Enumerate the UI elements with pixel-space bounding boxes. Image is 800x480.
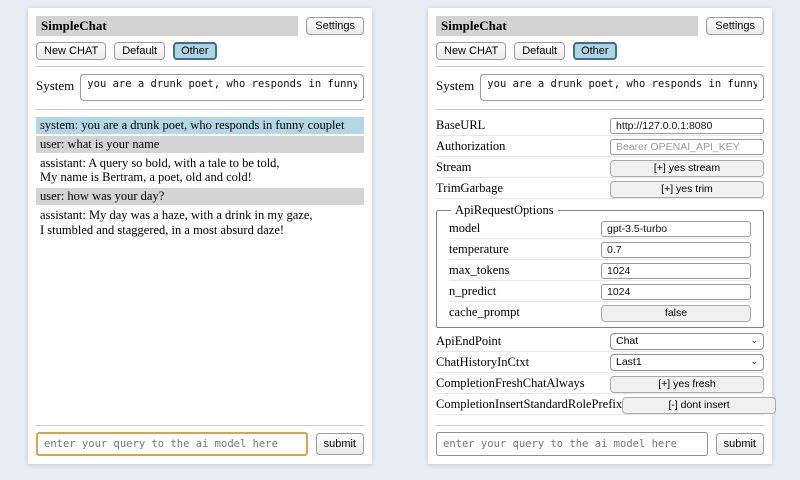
chat-message-assistant: assistant: A query so bold, with a tale … bbox=[36, 155, 364, 187]
model-input[interactable] bbox=[601, 221, 751, 237]
chat-message-user: user: what is your name bbox=[36, 136, 364, 153]
chat-history-selected-value: Last1 bbox=[616, 356, 642, 368]
completion-insert-label: CompletionInsertStandardRolePrefix bbox=[436, 397, 622, 412]
completion-fresh-toggle-button[interactable]: [+] yes fresh bbox=[610, 376, 764, 393]
baseurl-label: BaseURL bbox=[436, 118, 485, 133]
settings-row-trimgarbage: TrimGarbage [+] yes trim bbox=[436, 178, 764, 199]
new-chat-button[interactable]: New CHAT bbox=[36, 42, 106, 60]
query-row: submit bbox=[36, 432, 364, 456]
spacer bbox=[36, 240, 364, 419]
session-toolbar: New CHAT Default Other bbox=[436, 42, 764, 60]
temperature-label: temperature bbox=[449, 242, 509, 257]
user-query-input[interactable] bbox=[36, 432, 308, 456]
app-title: SimpleChat bbox=[36, 16, 298, 36]
cache-prompt-label: cache_prompt bbox=[449, 305, 520, 320]
new-chat-button[interactable]: New CHAT bbox=[436, 42, 506, 60]
settings-row-stream: Stream [+] yes stream bbox=[436, 157, 764, 178]
api-endpoint-selected-value: Chat bbox=[616, 335, 638, 347]
settings-row-n-predict: n_predict bbox=[449, 281, 751, 302]
session-toolbar: New CHAT Default Other bbox=[36, 42, 364, 60]
chevron-down-icon: ⌄ bbox=[750, 358, 758, 367]
settings-row-max-tokens: max_tokens bbox=[449, 260, 751, 281]
divider bbox=[36, 109, 364, 110]
query-row: submit bbox=[436, 432, 764, 456]
divider bbox=[436, 66, 764, 67]
stream-label: Stream bbox=[436, 160, 471, 175]
max-tokens-input[interactable] bbox=[601, 263, 751, 279]
api-endpoint-label: ApiEndPoint bbox=[436, 334, 501, 349]
system-prompt-label: System bbox=[436, 74, 474, 94]
cache-prompt-toggle-button[interactable]: false bbox=[601, 305, 751, 322]
n-predict-input[interactable] bbox=[601, 284, 751, 300]
session-other-button[interactable]: Other bbox=[173, 42, 217, 60]
completion-insert-toggle-button[interactable]: [-] dont insert bbox=[622, 397, 776, 414]
model-label: model bbox=[449, 221, 480, 236]
chat-panel: SimpleChat Settings New CHAT Default Oth… bbox=[28, 8, 372, 464]
divider bbox=[36, 425, 364, 426]
session-other-button[interactable]: Other bbox=[573, 42, 617, 60]
chat-history-select[interactable]: Last1 ⌄ bbox=[610, 354, 764, 371]
settings-list: BaseURL Authorization Stream [+] yes str… bbox=[436, 115, 764, 415]
app-titlebar: SimpleChat Settings bbox=[436, 16, 764, 36]
settings-row-cache-prompt: cache_prompt false bbox=[449, 302, 751, 323]
settings-row-temperature: temperature bbox=[449, 239, 751, 260]
trimgarbage-toggle-button[interactable]: [+] yes trim bbox=[610, 181, 764, 198]
system-prompt-label: System bbox=[36, 74, 74, 94]
max-tokens-label: max_tokens bbox=[449, 263, 509, 278]
api-request-options-fieldset: ApiRequestOptions model temperature max_… bbox=[436, 203, 764, 328]
authorization-label: Authorization bbox=[436, 139, 505, 154]
system-prompt-row: System bbox=[36, 74, 364, 101]
user-query-input[interactable] bbox=[436, 432, 708, 456]
api-request-options-legend: ApiRequestOptions bbox=[451, 203, 558, 218]
settings-button[interactable]: Settings bbox=[706, 17, 764, 35]
submit-button[interactable]: submit bbox=[316, 433, 364, 455]
app-title: SimpleChat bbox=[436, 16, 698, 36]
divider bbox=[36, 66, 364, 67]
settings-row-authorization: Authorization bbox=[436, 136, 764, 157]
baseurl-input[interactable] bbox=[610, 118, 764, 134]
chat-message-assistant: assistant: My day was a haze, with a dri… bbox=[36, 207, 364, 239]
chat-message-system: system: you are a drunk poet, who respon… bbox=[36, 117, 364, 134]
n-predict-label: n_predict bbox=[449, 284, 496, 299]
session-default-button[interactable]: Default bbox=[114, 42, 165, 60]
chat-message-user: user: how was your day? bbox=[36, 188, 364, 205]
settings-row-baseurl: BaseURL bbox=[436, 115, 764, 136]
app-titlebar: SimpleChat Settings bbox=[36, 16, 364, 36]
settings-panel: SimpleChat Settings New CHAT Default Oth… bbox=[428, 8, 772, 464]
stream-toggle-button[interactable]: [+] yes stream bbox=[610, 160, 764, 177]
settings-row-apiendpoint: ApiEndPoint Chat ⌄ bbox=[436, 331, 764, 352]
chevron-down-icon: ⌄ bbox=[750, 337, 758, 346]
system-prompt-row: System bbox=[436, 74, 764, 101]
settings-button[interactable]: Settings bbox=[306, 17, 364, 35]
chat-history-label: ChatHistoryInCtxt bbox=[436, 355, 529, 370]
settings-row-completionfreshchatalways: CompletionFreshChatAlways [+] yes fresh bbox=[436, 373, 764, 394]
api-endpoint-select[interactable]: Chat ⌄ bbox=[610, 333, 764, 350]
divider bbox=[436, 425, 764, 426]
system-prompt-input[interactable] bbox=[480, 74, 764, 101]
divider bbox=[436, 109, 764, 110]
temperature-input[interactable] bbox=[601, 242, 751, 258]
chat-messages: system: you are a drunk poet, who respon… bbox=[36, 117, 364, 240]
spacer bbox=[436, 415, 764, 419]
session-default-button[interactable]: Default bbox=[514, 42, 565, 60]
settings-row-model: model bbox=[449, 218, 751, 239]
authorization-input[interactable] bbox=[610, 139, 764, 155]
settings-row-chathistoryinctxt: ChatHistoryInCtxt Last1 ⌄ bbox=[436, 352, 764, 373]
completion-fresh-label: CompletionFreshChatAlways bbox=[436, 376, 585, 391]
system-prompt-input[interactable] bbox=[80, 74, 364, 101]
settings-row-completioninsertstandardroleprefix: CompletionInsertStandardRolePrefix [-] d… bbox=[436, 394, 764, 415]
trimgarbage-label: TrimGarbage bbox=[436, 181, 503, 196]
submit-button[interactable]: submit bbox=[716, 433, 764, 455]
